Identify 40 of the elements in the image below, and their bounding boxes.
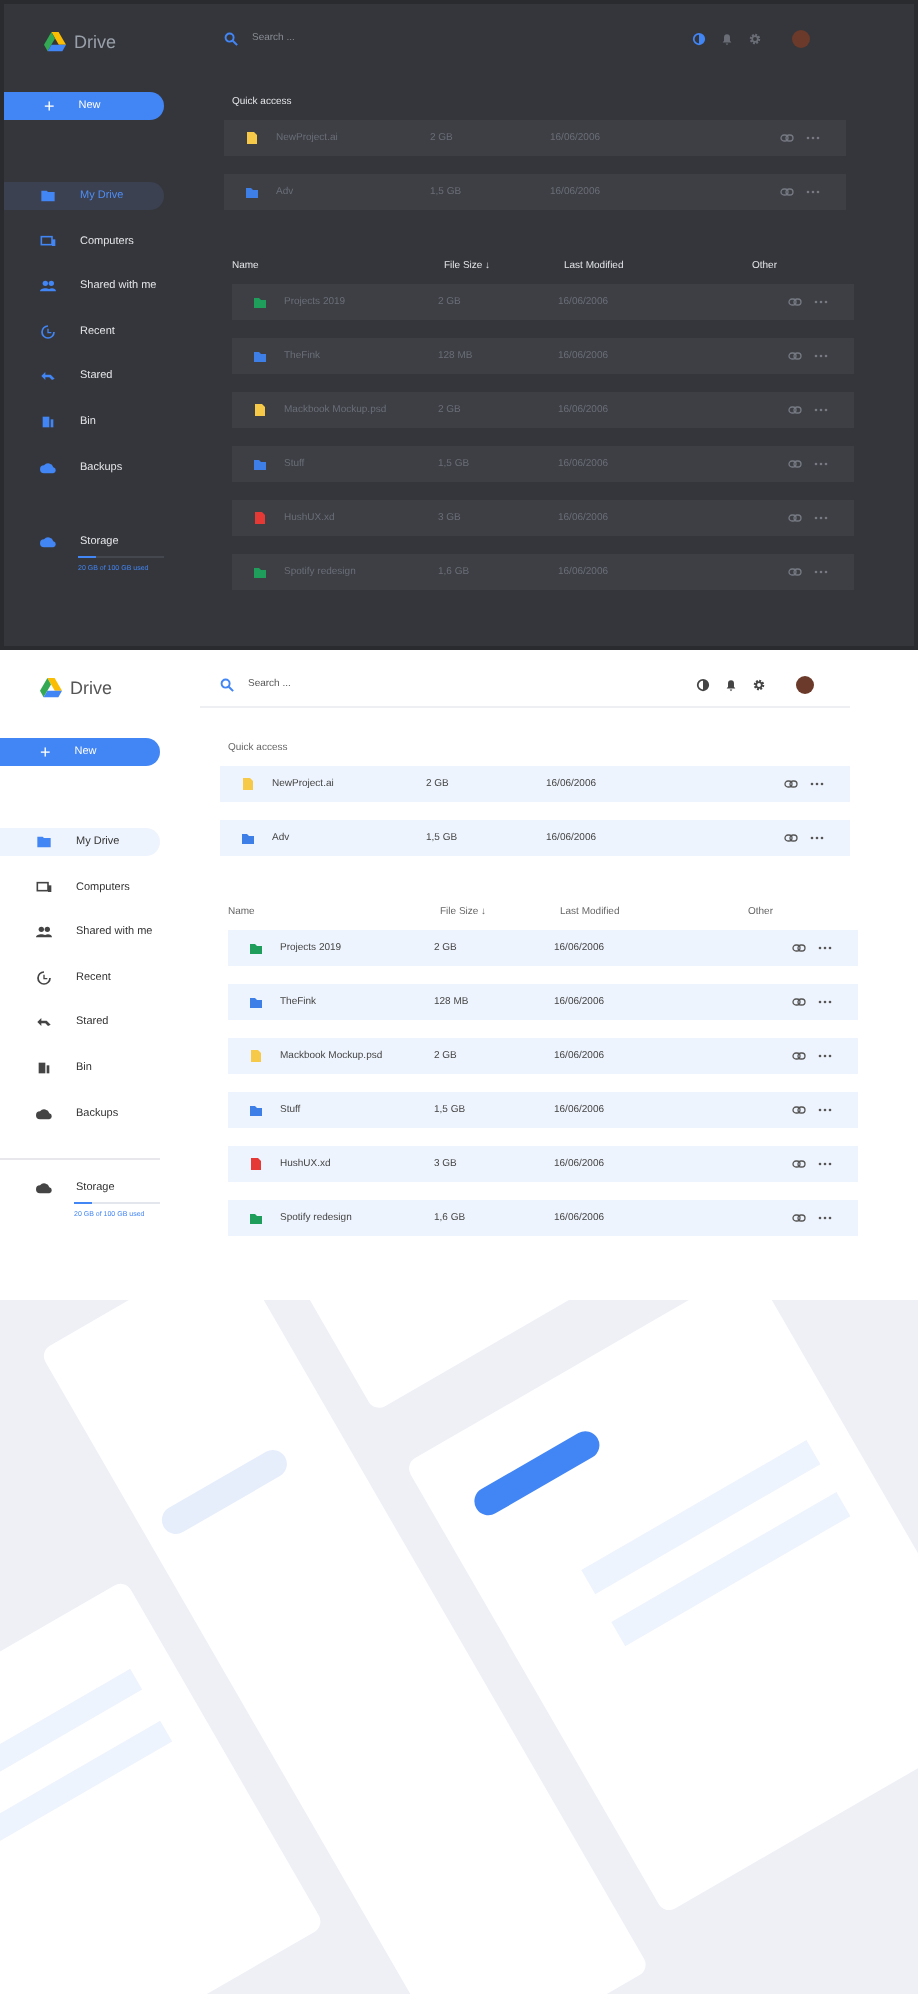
people-icon <box>36 924 52 941</box>
clock-icon <box>36 969 52 986</box>
more-icon[interactable] <box>810 834 824 842</box>
link-icon[interactable] <box>792 1052 806 1060</box>
cloud-icon <box>36 1179 52 1196</box>
search-icon <box>220 677 234 691</box>
cloud-icon <box>40 533 56 550</box>
avatar[interactable] <box>796 675 814 693</box>
more-icon[interactable] <box>810 780 824 788</box>
more-icon[interactable] <box>818 998 832 1006</box>
contrast-icon[interactable] <box>696 677 710 691</box>
more-icon[interactable] <box>818 1160 832 1168</box>
logo-icon <box>40 678 62 698</box>
trash-icon <box>36 1059 52 1076</box>
link-icon[interactable] <box>792 1106 806 1114</box>
folder-icon <box>36 834 52 850</box>
folder-icon <box>40 188 56 204</box>
clock-icon <box>40 323 56 340</box>
people-icon <box>40 278 56 295</box>
more-icon[interactable] <box>818 944 832 952</box>
cloud-icon <box>36 1105 52 1122</box>
link-icon[interactable] <box>784 780 798 788</box>
app-name: Drive <box>70 678 113 698</box>
monitor-icon <box>36 879 52 896</box>
trash-icon <box>40 413 56 430</box>
bell-icon[interactable] <box>724 677 738 691</box>
logo-icon <box>44 32 66 52</box>
app-name: Drive <box>74 32 117 52</box>
link-icon[interactable] <box>792 1214 806 1222</box>
settings-icon[interactable] <box>752 677 766 691</box>
link-icon[interactable] <box>784 834 798 842</box>
more-icon[interactable] <box>818 1052 832 1060</box>
search-icon <box>224 31 238 45</box>
link-icon[interactable] <box>792 1160 806 1168</box>
more-icon[interactable] <box>818 1106 832 1114</box>
cloud-icon <box>40 459 56 476</box>
monitor-icon <box>40 233 56 250</box>
link-icon[interactable] <box>792 998 806 1006</box>
link-icon[interactable] <box>792 944 806 952</box>
more-icon[interactable] <box>818 1214 832 1222</box>
